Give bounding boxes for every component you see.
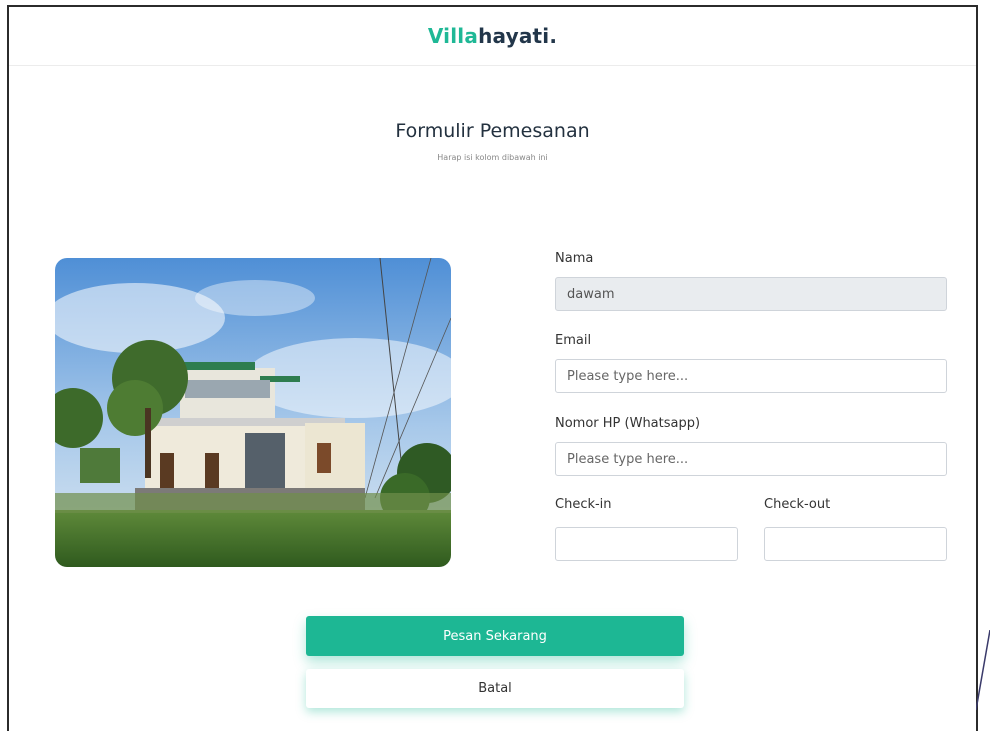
name-field[interactable]: [555, 277, 947, 311]
page-title: Formulir Pemesanan: [395, 120, 590, 142]
email-label: Email: [555, 333, 592, 348]
site-header: Villahayati.: [9, 7, 976, 66]
brand-accent-text: Villa: [427, 24, 479, 48]
name-label: Nama: [555, 251, 594, 266]
phone-field[interactable]: [555, 442, 947, 476]
brand-rest-text: hayati.: [478, 24, 558, 48]
submit-booking-button[interactable]: Pesan Sekarang: [306, 616, 684, 656]
booking-page: Villahayati. Formulir Pemesanan Harap is…: [7, 5, 978, 731]
brand-logo[interactable]: Villahayati.: [428, 24, 557, 48]
email-field[interactable]: [555, 359, 947, 393]
decorative-line-icon: [976, 630, 990, 710]
checkin-label: Check-in: [555, 497, 612, 512]
checkin-field[interactable]: [555, 527, 738, 561]
page-subtitle: Harap isi kolom dibawah ini: [437, 153, 548, 162]
cancel-button[interactable]: Batal: [306, 669, 684, 708]
checkout-label: Check-out: [764, 497, 831, 512]
phone-label: Nomor HP (Whatsapp): [555, 416, 701, 431]
villa-illustration: [55, 258, 451, 567]
villa-photo: [55, 258, 451, 567]
checkout-field[interactable]: [764, 527, 947, 561]
